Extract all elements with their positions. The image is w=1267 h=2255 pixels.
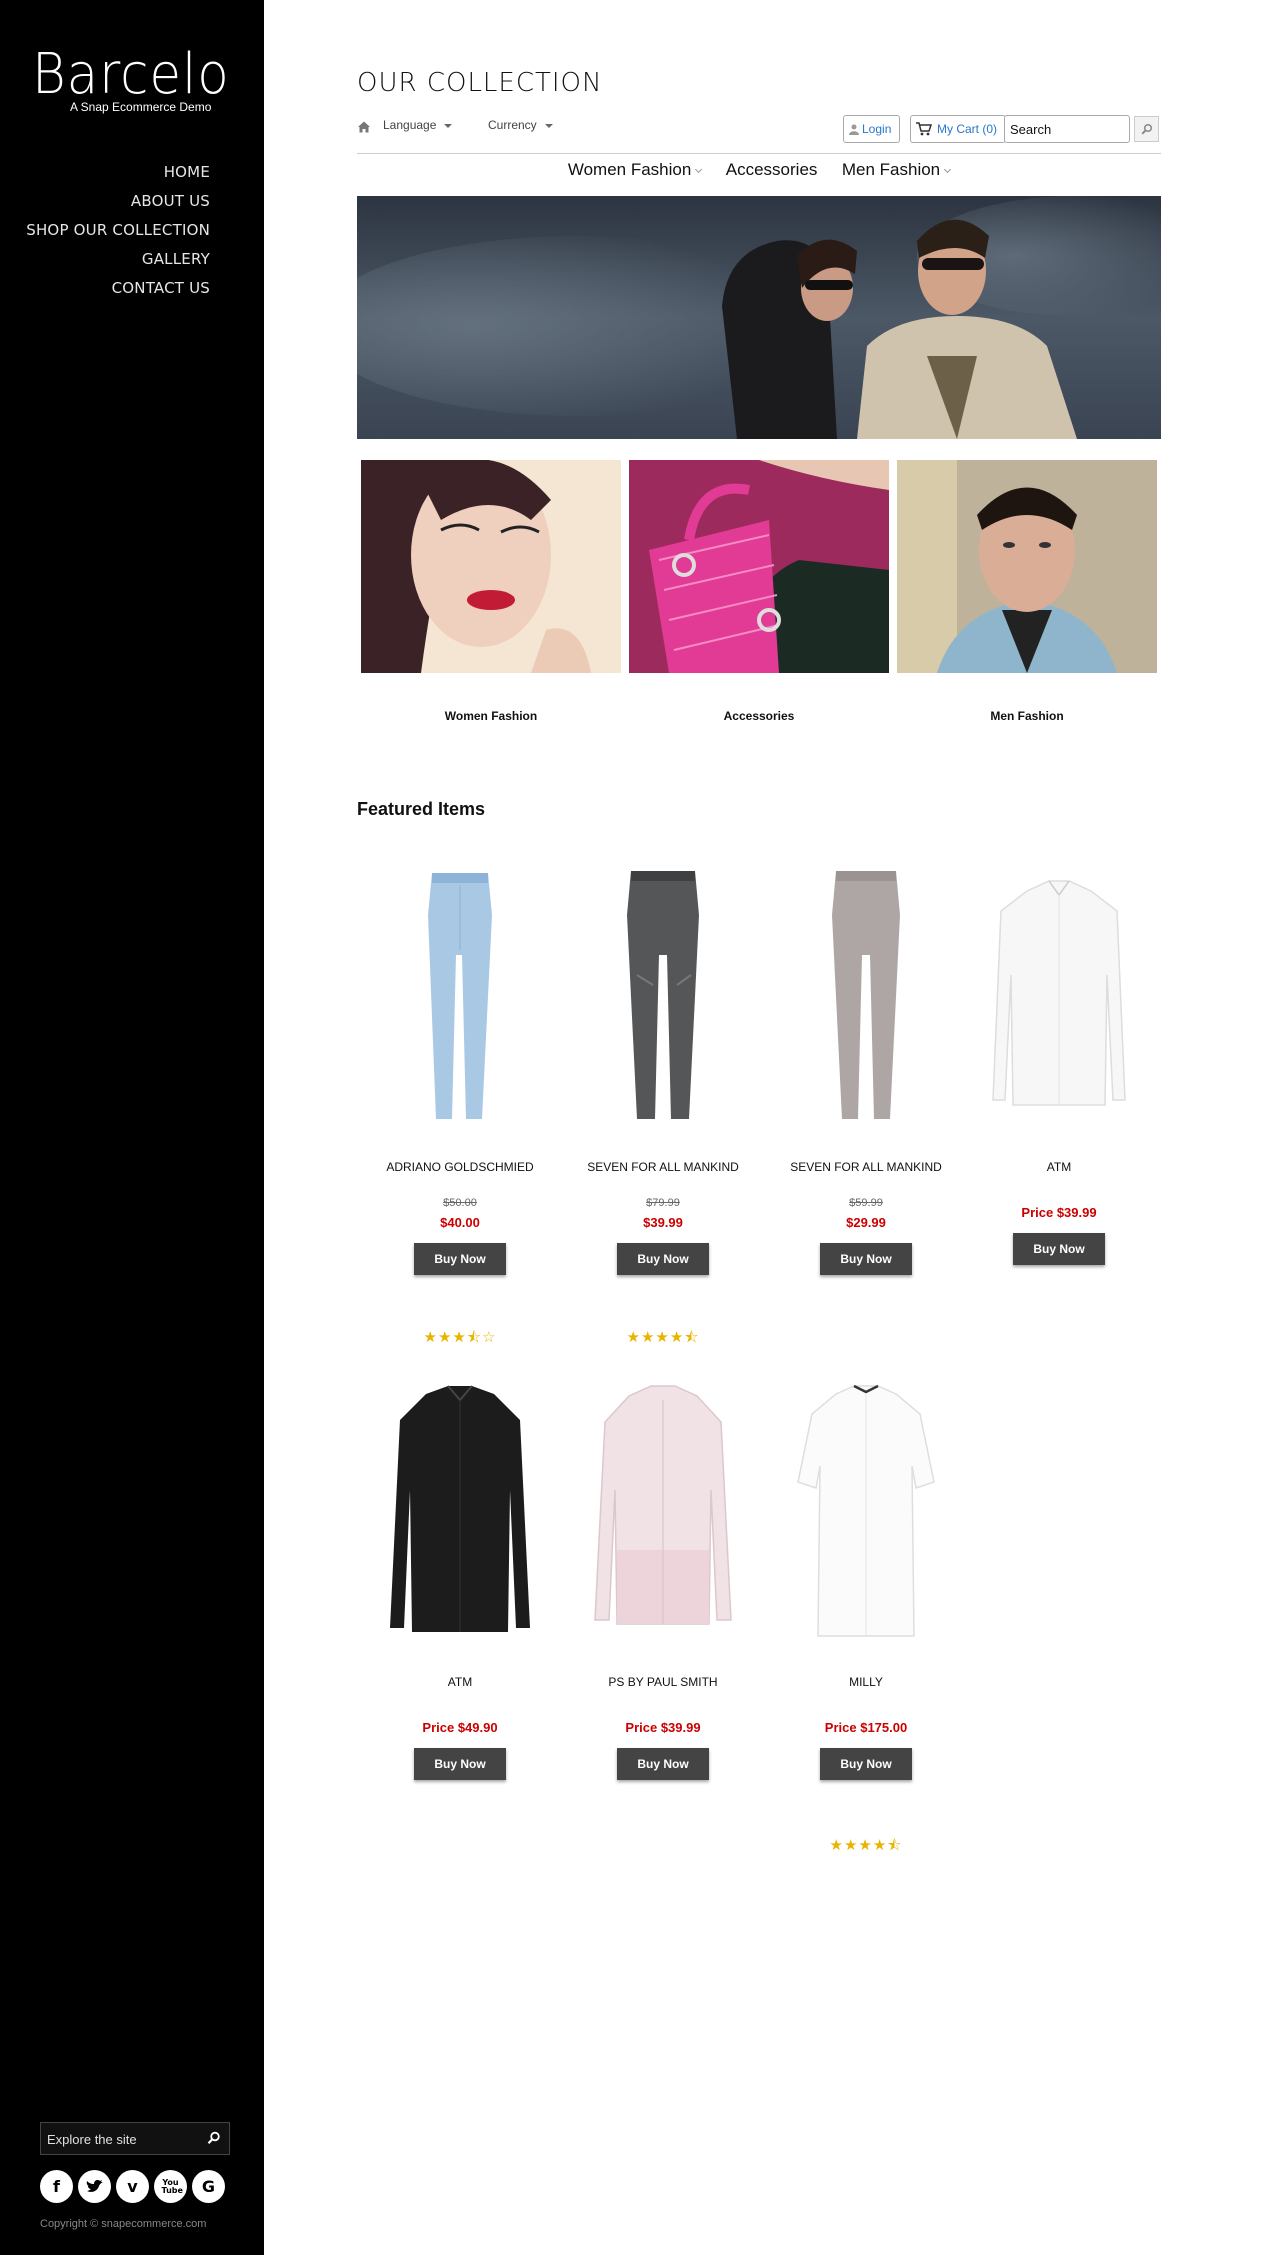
- chevron-down-icon: [944, 165, 952, 174]
- product-name[interactable]: PS BY PAUL SMITH: [573, 1675, 753, 1689]
- category-nav: Women Fashion Accessories Men Fashion: [357, 160, 1161, 180]
- nav-women-label: Women Fashion: [567, 160, 692, 179]
- chevron-down-icon: [695, 165, 703, 174]
- explore-input[interactable]: [47, 2130, 197, 2148]
- product-image[interactable]: [776, 855, 956, 1125]
- explore-search: [40, 2122, 230, 2155]
- category-label-women[interactable]: Women Fashion: [361, 709, 621, 723]
- site-logo[interactable]: Barcelo A Snap Ecommerce Demo: [32, 42, 230, 115]
- buy-now-button[interactable]: Buy Now: [617, 1748, 709, 1780]
- nav-accessories[interactable]: Accessories: [726, 160, 818, 180]
- nav-women-fashion[interactable]: Women Fashion: [567, 160, 703, 180]
- featured-title: Featured Items: [357, 799, 486, 819]
- buy-now-button[interactable]: Buy Now: [414, 1748, 506, 1780]
- category-label-men[interactable]: Men Fashion: [897, 709, 1157, 723]
- search-icon: [1140, 123, 1152, 135]
- product-price: Price $39.99: [1021, 1205, 1097, 1220]
- sidebar-item-home[interactable]: HOME: [26, 158, 210, 187]
- nav-men-label: Men Fashion: [841, 160, 941, 179]
- product-name[interactable]: MILLY: [776, 1675, 956, 1689]
- product-price: Price $49.90: [422, 1720, 498, 1735]
- youtube-icon[interactable]: You Tube: [154, 2170, 187, 2203]
- category-tile-men[interactable]: [897, 460, 1157, 673]
- youtube-label: You Tube: [161, 2177, 183, 2195]
- cart-label: My Cart (0): [937, 122, 997, 136]
- product-old-price: $50.00: [443, 1197, 477, 1209]
- user-icon: [849, 124, 859, 135]
- product-price: $39.99: [643, 1215, 683, 1230]
- logo-tagline: A Snap Ecommerce Demo: [70, 100, 212, 114]
- toolbar: Language Currency Login My Cart (0): [357, 114, 1161, 154]
- hero-banner[interactable]: [357, 196, 1161, 439]
- cart-button[interactable]: My Cart (0): [910, 115, 1006, 143]
- login-label: Login: [862, 122, 892, 136]
- product-rating: ★★★★⯪: [626, 1329, 700, 1346]
- language-label: Language: [383, 118, 437, 132]
- sidebar-item-gallery[interactable]: GALLERY: [26, 245, 210, 274]
- sidebar-item-about[interactable]: ABOUT US: [26, 187, 210, 216]
- search-button[interactable]: [1134, 116, 1159, 142]
- search-icon[interactable]: [207, 2131, 221, 2145]
- facebook-icon[interactable]: f: [40, 2170, 73, 2203]
- login-button[interactable]: Login: [843, 115, 901, 143]
- buy-now-button[interactable]: Buy Now: [820, 1748, 912, 1780]
- product-image[interactable]: [573, 855, 753, 1125]
- product-image[interactable]: [370, 855, 550, 1125]
- buy-now-button[interactable]: Buy Now: [617, 1243, 709, 1275]
- product-image[interactable]: [370, 1370, 550, 1640]
- buy-now-button[interactable]: Buy Now: [820, 1243, 912, 1275]
- cart-icon: [916, 122, 932, 136]
- product-image[interactable]: [573, 1370, 753, 1640]
- nav-accessories-label: Accessories: [725, 160, 818, 179]
- chevron-down-icon: [544, 123, 553, 128]
- chevron-down-icon: [444, 123, 453, 128]
- product-price: Price $39.99: [625, 1720, 701, 1735]
- social-links: f v You Tube G: [40, 2170, 225, 2203]
- buy-now-button[interactable]: Buy Now: [1013, 1233, 1105, 1265]
- buy-now-button[interactable]: Buy Now: [414, 1243, 506, 1275]
- category-label-accessories[interactable]: Accessories: [629, 709, 889, 723]
- product-name[interactable]: SEVEN FOR ALL MANKIND: [573, 1160, 753, 1174]
- nav-men-fashion[interactable]: Men Fashion: [841, 160, 952, 180]
- category-tile-accessories[interactable]: [629, 460, 889, 673]
- home-icon[interactable]: [357, 120, 371, 134]
- product-name[interactable]: ADRIANO GOLDSCHMIED: [370, 1160, 550, 1174]
- copyright: Copyright © snapecommerce.com: [40, 2218, 207, 2230]
- page-title: OUR COLLECTION: [357, 68, 603, 98]
- product-image[interactable]: [969, 855, 1149, 1125]
- product-price: $29.99: [846, 1215, 886, 1230]
- product-rating: ★★★⯪☆: [423, 1329, 497, 1346]
- sidebar-item-contact[interactable]: CONTACT US: [26, 274, 210, 303]
- twitter-icon[interactable]: [78, 2170, 111, 2203]
- logo-text: Barcelo: [32, 42, 230, 107]
- currency-label: Currency: [488, 118, 537, 132]
- product-name[interactable]: SEVEN FOR ALL MANKIND: [776, 1160, 956, 1174]
- sidebar-nav: HOME ABOUT US SHOP OUR COLLECTION GALLER…: [26, 158, 210, 303]
- product-name[interactable]: ATM: [969, 1160, 1149, 1174]
- product-image[interactable]: [776, 1370, 956, 1640]
- product-price: Price $175.00: [824, 1720, 908, 1735]
- currency-dropdown[interactable]: Currency: [488, 118, 553, 132]
- sidebar-item-shop[interactable]: SHOP OUR COLLECTION: [26, 216, 210, 245]
- category-tile-women[interactable]: [361, 460, 621, 673]
- product-price: $40.00: [440, 1215, 480, 1230]
- sidebar: Barcelo A Snap Ecommerce Demo HOME ABOUT…: [0, 0, 264, 2255]
- google-plus-icon[interactable]: G: [192, 2170, 225, 2203]
- search-input[interactable]: [1004, 115, 1130, 143]
- product-name[interactable]: ATM: [370, 1675, 550, 1689]
- product-old-price: $59.99: [849, 1197, 883, 1209]
- product-rating: ★★★★⯪: [829, 1837, 903, 1854]
- vimeo-icon[interactable]: v: [116, 2170, 149, 2203]
- language-dropdown[interactable]: Language: [383, 118, 453, 132]
- product-old-price: $79.99: [646, 1197, 680, 1209]
